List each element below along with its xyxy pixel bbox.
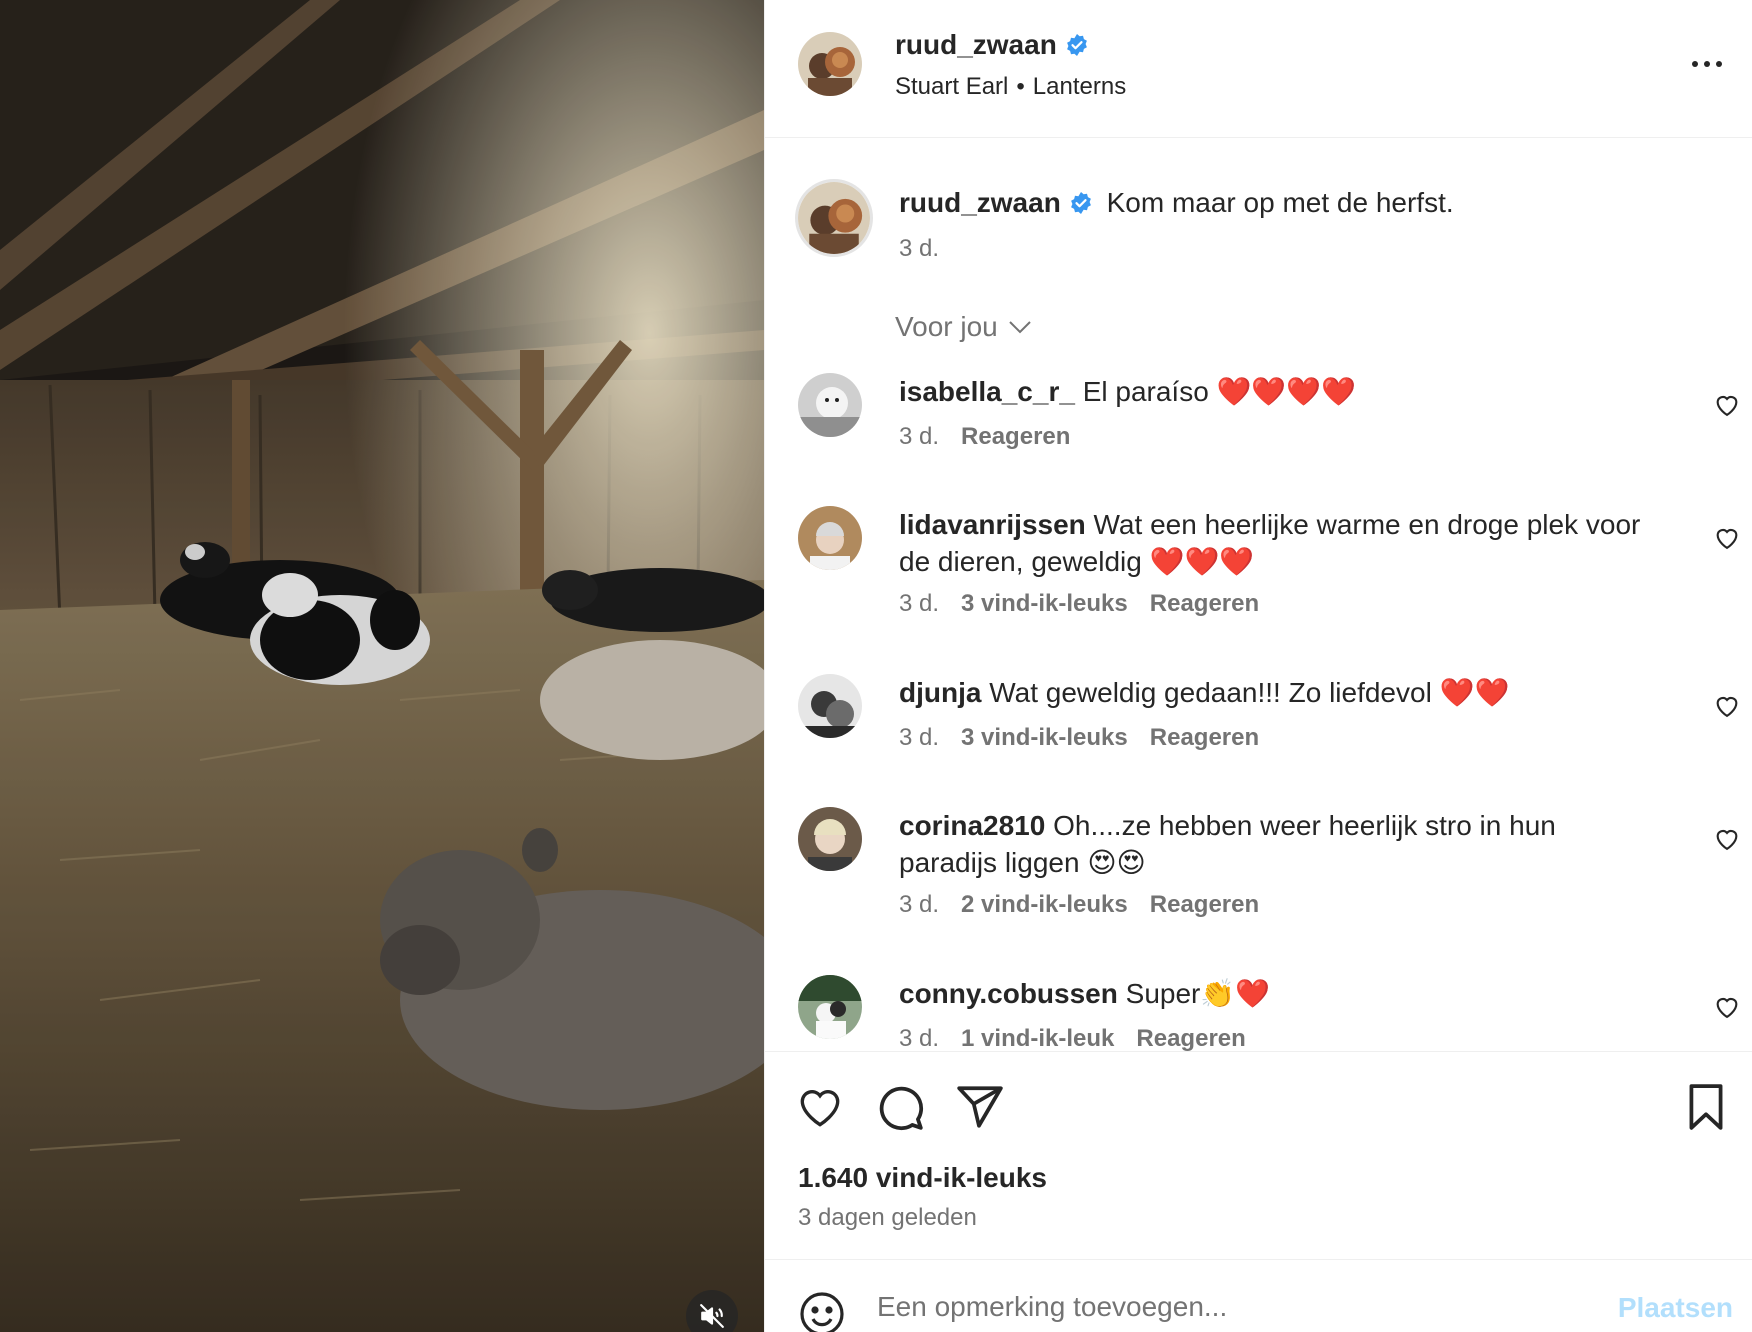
comment-emoji: 👏❤️ bbox=[1200, 978, 1271, 1009]
music-info[interactable]: Stuart Earl • Lanterns bbox=[895, 73, 1126, 101]
comment-like-count[interactable]: 3 vind-ik-leuks bbox=[961, 724, 1128, 751]
music-title: Lanterns bbox=[1032, 73, 1127, 100]
post-timestamp: 3 dagen geleden bbox=[798, 1204, 977, 1231]
like-heart-icon[interactable] bbox=[795, 1082, 845, 1132]
comment-username[interactable]: isabella_c_r_ bbox=[899, 376, 1075, 407]
post-header: ruud_zwaan Stuart Earl • Lanterns bbox=[765, 0, 1752, 138]
sort-label: Voor jou bbox=[895, 311, 998, 342]
comment-input[interactable] bbox=[877, 1280, 1577, 1332]
avatar[interactable] bbox=[795, 179, 873, 257]
barn-video-frame[interactable] bbox=[0, 0, 764, 1332]
comment-timestamp: 3 d. bbox=[899, 423, 940, 450]
caption-username[interactable]: ruud_zwaan bbox=[899, 187, 1061, 218]
caption-text: Kom maar op met de herfst. bbox=[1106, 187, 1454, 218]
comment-sort-dropdown[interactable]: Voor jou bbox=[895, 311, 1032, 343]
more-options-button[interactable] bbox=[1687, 50, 1727, 78]
verified-badge-icon bbox=[1070, 192, 1091, 214]
comment-timestamp: 3 d. bbox=[899, 1025, 940, 1051]
avatar[interactable] bbox=[798, 506, 862, 570]
music-artist: Stuart Earl bbox=[895, 73, 1009, 100]
comment-emoji: ❤️❤️❤️❤️ bbox=[1216, 376, 1357, 407]
comment-username[interactable]: lidavanrijssen bbox=[899, 509, 1086, 540]
comment-like-count[interactable]: 1 vind-ik-leuk bbox=[961, 1025, 1114, 1051]
comment-text: El paraíso bbox=[1082, 376, 1209, 407]
heart-outline-icon[interactable] bbox=[1713, 993, 1741, 1021]
comment-username[interactable]: corina2810 bbox=[899, 810, 1045, 841]
reply-button[interactable]: Reageren bbox=[1136, 1025, 1245, 1051]
comment-username[interactable]: djunja bbox=[899, 677, 981, 708]
speaker-muted-icon bbox=[700, 1304, 724, 1328]
comment-timestamp: 3 d. bbox=[899, 891, 940, 918]
emoji-smiley-icon[interactable] bbox=[798, 1290, 846, 1332]
comment-emoji: ❤️❤️ bbox=[1439, 677, 1510, 708]
comment-like-count[interactable]: 3 vind-ik-leuks bbox=[961, 590, 1128, 617]
heart-outline-icon[interactable] bbox=[1713, 692, 1741, 720]
reply-button[interactable]: Reageren bbox=[1150, 724, 1259, 751]
comment-timestamp: 3 d. bbox=[899, 590, 940, 617]
post-side-panel: ruud_zwaan Stuart Earl • Lanterns ruud_zwa… bbox=[764, 0, 1752, 1332]
comment-text: Wat geweldig gedaan!!! Zo liefdevol bbox=[989, 677, 1432, 708]
comment-emoji: 😍😍 bbox=[1087, 847, 1146, 878]
post-comment-button[interactable]: Plaatsen bbox=[1618, 1292, 1733, 1324]
avatar[interactable] bbox=[798, 32, 862, 96]
comment-timestamp: 3 d. bbox=[899, 724, 940, 751]
comment-username[interactable]: conny.cobussen bbox=[899, 978, 1118, 1009]
avatar[interactable] bbox=[798, 975, 862, 1039]
bookmark-icon[interactable] bbox=[1681, 1082, 1731, 1132]
reply-button[interactable]: Reageren bbox=[1150, 590, 1259, 617]
avatar[interactable] bbox=[798, 674, 862, 738]
reply-button[interactable]: Reageren bbox=[961, 423, 1070, 450]
chevron-down-icon bbox=[1009, 321, 1031, 334]
more-horizontal-icon bbox=[1692, 61, 1722, 67]
add-comment-bar: Plaatsen bbox=[765, 1259, 1752, 1332]
post-media[interactable] bbox=[0, 0, 764, 1332]
comment-like-count[interactable]: 2 vind-ik-leuks bbox=[961, 891, 1128, 918]
like-count[interactable]: 1.640 vind-ik-leuks bbox=[798, 1162, 1047, 1194]
avatar[interactable] bbox=[798, 373, 862, 437]
reply-button[interactable]: Reageren bbox=[1150, 891, 1259, 918]
heart-outline-icon[interactable] bbox=[1713, 825, 1741, 853]
post-actions: 1.640 vind-ik-leuks 3 dagen geleden bbox=[765, 1051, 1752, 1259]
comment-emoji: ❤️❤️❤️ bbox=[1149, 546, 1255, 577]
music-separator: • bbox=[1016, 73, 1025, 100]
comments-list[interactable]: ruud_zwaan Kom maar op met de herfst. 3 … bbox=[765, 139, 1752, 1051]
verified-badge-icon bbox=[1066, 34, 1087, 56]
caption-timestamp: 3 d. bbox=[899, 235, 940, 262]
heart-outline-icon[interactable] bbox=[1713, 391, 1741, 419]
share-paper-plane-icon[interactable] bbox=[955, 1082, 1005, 1132]
heart-outline-icon[interactable] bbox=[1713, 524, 1741, 552]
comment-text: Super bbox=[1125, 978, 1201, 1009]
avatar[interactable] bbox=[798, 807, 862, 871]
author-username[interactable]: ruud_zwaan bbox=[895, 29, 1057, 60]
comment-bubble-icon[interactable] bbox=[875, 1082, 925, 1132]
